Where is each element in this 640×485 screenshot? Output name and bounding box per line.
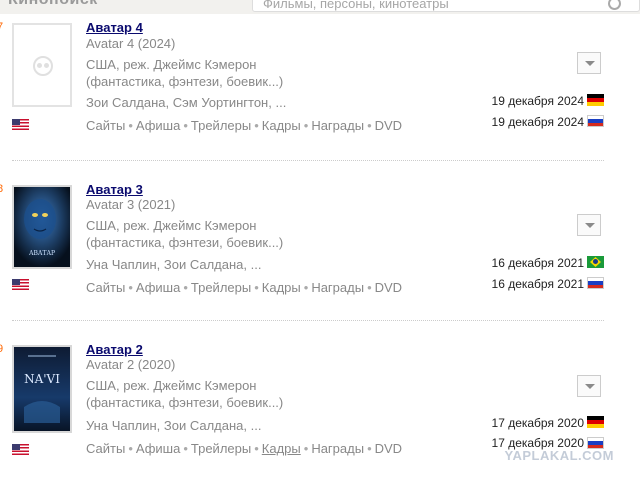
movie-title-link[interactable]: Аватар 2 [86, 342, 143, 357]
search-box[interactable] [252, 0, 640, 12]
link-dvd[interactable]: DVD [375, 280, 402, 295]
poster-placeholder[interactable] [12, 23, 72, 107]
movie-links: Сайты • Афиша • Трейлеры • Кадры • Награды • DVD [86, 118, 403, 133]
link-awards[interactable]: Награды [311, 280, 364, 295]
link-sites[interactable]: Сайты [86, 118, 125, 133]
country-director: США, реж. Джеймс Кэмерон [86, 378, 257, 393]
germany-flag-icon [587, 94, 604, 106]
poster-image: АВАТАР [14, 187, 70, 267]
genres: (фантастика, фэнтези, боевик...) [86, 74, 284, 89]
original-title: Avatar 3 (2021) [86, 197, 176, 212]
movie-info: США, реж. Джеймс Кэмерон (фантастика, фэ… [86, 217, 283, 251]
link-sites[interactable]: Сайты [86, 441, 125, 456]
movie-links: Сайты • Афиша • Трейлеры • Кадры • Награды • DVD [86, 441, 403, 456]
link-dvd[interactable]: DVD [375, 441, 402, 456]
original-title: Avatar 4 (2024) [86, 36, 176, 51]
original-title: Avatar 2 (2020) [86, 357, 176, 372]
dropdown-button[interactable] [577, 52, 601, 74]
cast-list: Уна Чаплин, Зои Салдана, ... [86, 418, 262, 433]
link-stills[interactable]: Кадры [262, 441, 301, 456]
search-input[interactable] [261, 0, 595, 12]
russia-flag-icon [587, 115, 604, 127]
link-afisha[interactable]: Афиша [136, 280, 180, 295]
dropdown-button[interactable] [577, 214, 601, 236]
link-awards[interactable]: Награды [311, 118, 364, 133]
site-logo[interactable]: Кинопоиск [8, 0, 98, 9]
dropdown-button[interactable] [577, 375, 601, 397]
movie-poster[interactable]: АВАТАР [12, 185, 72, 269]
link-trailers[interactable]: Трейлеры [191, 441, 251, 456]
release-date: 16 декабря 2021 [491, 277, 584, 291]
link-stills[interactable]: Кадры [262, 280, 301, 295]
cast-list: Зои Салдана, Сэм Уортингтон, ... [86, 95, 287, 110]
usa-flag-icon [12, 279, 29, 290]
movie-info: США, реж. Джеймс Кэмерон (фантастика, фэ… [86, 56, 283, 90]
top-bar: Кинопоиск [0, 0, 640, 14]
poster-caption: NA'VI [24, 372, 60, 386]
country-director: США, реж. Джеймс Кэмерон [86, 218, 257, 233]
russia-flag-icon [587, 277, 604, 289]
movie-poster[interactable]: NA'VI [12, 345, 72, 433]
usa-flag-icon [12, 444, 29, 455]
country-director: США, реж. Джеймс Кэмерон [86, 57, 257, 72]
release-date: 19 декабря 2024 [491, 94, 584, 108]
link-awards[interactable]: Награды [311, 441, 364, 456]
genres: (фантастика, фэнтези, боевик...) [86, 395, 284, 410]
search-icon[interactable] [608, 0, 621, 10]
brazil-flag-icon [587, 256, 604, 268]
poster-caption: АВАТАР [29, 250, 55, 257]
link-afisha[interactable]: Афиша [136, 118, 180, 133]
germany-flag-icon [587, 416, 604, 428]
poster-image: NA'VI [14, 347, 70, 431]
release-date: 16 декабря 2021 [491, 256, 584, 270]
rank-number: 9 [0, 343, 4, 355]
rank-number: 7 [0, 21, 4, 33]
separator [12, 320, 604, 321]
link-trailers[interactable]: Трейлеры [191, 118, 251, 133]
rank-number: 8 [0, 183, 4, 195]
film-reel-icon [33, 56, 53, 76]
release-date: 17 декабря 2020 [491, 416, 584, 430]
link-afisha[interactable]: Афиша [136, 441, 180, 456]
cast-list: Уна Чаплин, Зои Салдана, ... [86, 257, 262, 272]
movie-info: США, реж. Джеймс Кэмерон (фантастика, фэ… [86, 377, 283, 411]
usa-flag-icon [12, 119, 29, 130]
watermark: YAPLAKAL.COM [504, 448, 614, 463]
movie-links: Сайты • Афиша • Трейлеры • Кадры • Награды • DVD [86, 280, 403, 295]
link-sites[interactable]: Сайты [86, 280, 125, 295]
release-date: 19 декабря 2024 [491, 115, 584, 129]
movie-title-link[interactable]: Аватар 4 [86, 20, 143, 35]
separator [12, 160, 604, 161]
link-dvd[interactable]: DVD [375, 118, 402, 133]
movie-title-link[interactable]: Аватар 3 [86, 182, 143, 197]
genres: (фантастика, фэнтези, боевик...) [86, 235, 284, 250]
link-trailers[interactable]: Трейлеры [191, 280, 251, 295]
link-stills[interactable]: Кадры [262, 118, 301, 133]
